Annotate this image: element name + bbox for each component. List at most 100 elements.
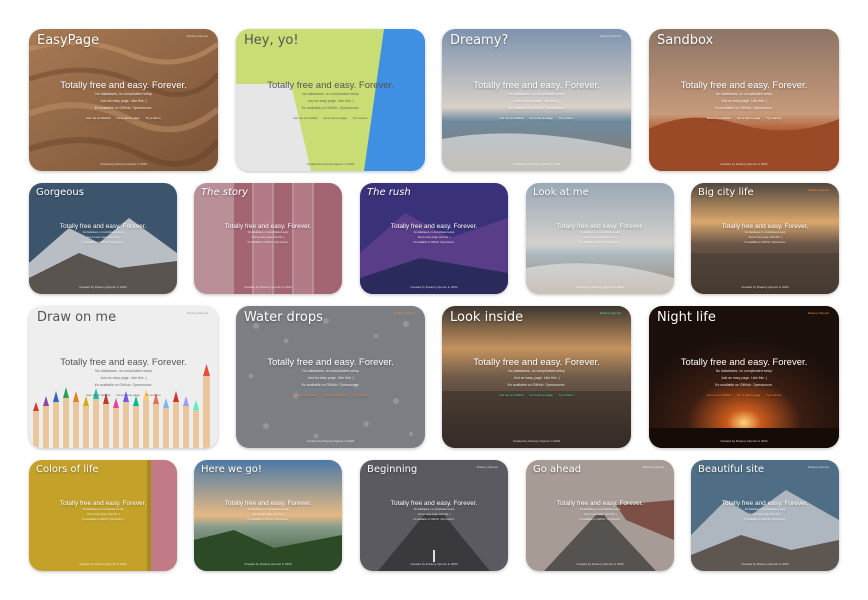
try-link[interactable]: Try a demo xyxy=(766,393,781,397)
hero-line: Just an easy page. Like this :) xyxy=(307,99,354,104)
nav-link[interactable]: Dreamy Opensr xyxy=(808,188,829,192)
footer: Created by Dreamy Opensr in 2022 xyxy=(410,562,458,566)
hero-line: It's available on GitHub. Opensource. xyxy=(715,383,773,388)
hero-line: Just an easy page. Like this :) xyxy=(720,99,768,104)
nav-link[interactable]: Dreamy Opensr xyxy=(600,311,621,315)
github-link[interactable]: Get me on GitHub xyxy=(293,393,317,397)
nav-link[interactable]: Dreamy Opensr xyxy=(808,465,829,469)
footer: Created by Dreamy Opensr in 2022 xyxy=(512,162,561,166)
demo-link[interactable]: Go to demo page xyxy=(323,116,346,120)
theme-card-draw-on-me[interactable]: Draw on me Dreamy Opensr Totally free an… xyxy=(29,306,218,448)
theme-card-beautiful-site[interactable]: Beautiful site Dreamy Opensr Totally fre… xyxy=(691,460,839,571)
nav-link[interactable]: Dreamy Opensr xyxy=(187,34,208,38)
theme-card-here-we-go[interactable]: Here we go! Totally free and easy. Forev… xyxy=(194,460,342,571)
try-link[interactable]: Try a demo xyxy=(146,393,161,397)
footer: Created by Dreamy Opensr in 2022 xyxy=(576,285,624,289)
hero-headline: Totally free and easy. Forever. xyxy=(473,357,600,369)
try-link[interactable]: Try a demo xyxy=(559,116,574,120)
nav-link[interactable]: Dreamy Opensr xyxy=(808,311,829,315)
card-title: Look at me xyxy=(533,187,589,198)
card-title: Hey, yo! xyxy=(244,33,299,48)
footer: Created by Dreamy Opensr in 2022 xyxy=(512,439,561,443)
card-title: Look inside xyxy=(450,310,524,325)
theme-card-look-inside[interactable]: Look inside Dreamy Opensr Totally free a… xyxy=(442,306,631,448)
demo-link[interactable]: Go to demo page xyxy=(529,393,552,397)
footer: Created by Dreamy Opensr in 2022 xyxy=(79,285,127,289)
card-title: Night life xyxy=(657,310,716,325)
nav-link[interactable]: Dreamy Opensr xyxy=(394,311,415,315)
hero-line: No databases, no complicated setup xyxy=(508,369,565,374)
hero-headline: Totally free and easy. Forever. xyxy=(390,499,478,507)
theme-card-sandbox[interactable]: Sandbox Totally free and easy. Forever. … xyxy=(649,29,839,171)
card-title: Dreamy? xyxy=(450,33,509,48)
theme-card-beginning[interactable]: Beginning Dreamy Opensr Totally free and… xyxy=(360,460,508,571)
demo-link[interactable]: Go to demo page xyxy=(116,116,139,120)
hero-line: It's available on GitHub. Opensource. xyxy=(579,240,621,244)
hero-line: No databases, no complicated setup xyxy=(302,92,359,97)
hero-line: It's available on GitHub. Opensource. xyxy=(579,517,621,521)
card-title: Here we go! xyxy=(201,464,262,475)
hero-line: It's available on GitHub. Opensource. xyxy=(507,106,566,111)
theme-card-big-city-life[interactable]: Big city life Dreamy Opensr Totally free… xyxy=(691,183,839,294)
hero-headline: Totally free and easy. Forever. xyxy=(721,222,809,230)
theme-card-night-life[interactable]: Night life Dreamy Opensr Totally free an… xyxy=(649,306,839,448)
card-title: Colors of life xyxy=(36,464,99,475)
hero-line: Just an easy page. Like this :) xyxy=(100,376,147,381)
theme-card-the-rush[interactable]: The rush Totally free and easy. Forever.… xyxy=(360,183,508,294)
hero-headline: Totally free and easy. Forever. xyxy=(680,80,808,92)
demo-link[interactable]: Go to demo page xyxy=(529,116,552,120)
theme-card-look-at-me[interactable]: Look at me Totally free and easy. Foreve… xyxy=(526,183,674,294)
theme-card-gorgeous[interactable]: Gorgeous Totally free and easy. Forever.… xyxy=(29,183,177,294)
try-link[interactable]: Try a demo xyxy=(146,116,161,120)
hero-headline: Totally free and easy. Forever. xyxy=(60,80,187,92)
github-link[interactable]: Get me on GitHub xyxy=(499,393,523,397)
nav-link[interactable]: Dreamy Opensr xyxy=(187,311,208,315)
card-title: Big city life xyxy=(698,187,754,198)
try-link[interactable]: Try a demo xyxy=(353,393,368,397)
card-title: The rush xyxy=(367,187,411,198)
hero-headline: Totally free and easy. Forever. xyxy=(473,80,600,92)
nav-link[interactable]: Dreamy Opensr xyxy=(600,34,621,38)
footer: Created by Dreamy Opensr in 2022 xyxy=(306,439,355,443)
github-link[interactable]: Get me on GitHub xyxy=(707,116,731,120)
hero-headline: Totally free and easy. Forever. xyxy=(680,357,808,369)
nav-link[interactable]: Dreamy Opensr xyxy=(643,465,664,469)
hero-line: Just an easy page. Like this :) xyxy=(513,99,560,104)
hero-line: Just an easy page. Like this :) xyxy=(513,376,560,381)
hero-headline: Totally free and easy. Forever. xyxy=(267,80,394,92)
card-title: Gorgeous xyxy=(36,187,84,198)
github-link[interactable]: Get me on GitHub xyxy=(86,116,110,120)
nav-link[interactable]: Dreamy Opensr xyxy=(477,465,498,469)
demo-link[interactable]: Go to demo page xyxy=(737,116,760,120)
github-link[interactable]: Get me on GitHub xyxy=(293,116,317,120)
theme-card-water-drops[interactable]: Water drops Dreamy Opensr Totally free a… xyxy=(236,306,425,448)
card-title: Go ahead xyxy=(533,464,582,475)
github-link[interactable]: Get me on GitHub xyxy=(499,116,523,120)
hero-line: It's available on GitHub. Opensource. xyxy=(744,240,786,244)
demo-link[interactable]: Go to demo page xyxy=(323,393,346,397)
theme-card-hey-yo[interactable]: Hey, yo! Totally free and easy. Forever.… xyxy=(236,29,425,171)
github-link[interactable]: Get me on GitHub xyxy=(707,393,731,397)
hero-line: It's available on GitHub. Opensource. xyxy=(413,517,455,521)
theme-card-go-ahead[interactable]: Go ahead Dreamy Opensr Totally free and … xyxy=(526,460,674,571)
theme-card-dreamy[interactable]: Dreamy? Dreamy Opensr Totally free and e… xyxy=(442,29,631,171)
hero-headline: Totally free and easy. Forever. xyxy=(556,222,644,230)
try-link[interactable]: Try a demo xyxy=(353,116,368,120)
footer: Created by Dreamy Opensr in 2022 xyxy=(741,562,789,566)
hero-line: It's available on GitHub. Opensource. xyxy=(247,240,289,244)
theme-card-the-story[interactable]: The story Totally free and easy. Forever… xyxy=(194,183,342,294)
footer: Created by Dreamy Opensr in 2022 xyxy=(79,562,127,566)
demo-link[interactable]: Go to demo page xyxy=(737,393,760,397)
hero-line: No databases, no complicated setup xyxy=(302,369,359,374)
theme-card-colors-of-life[interactable]: Colors of life Totally free and easy. Fo… xyxy=(29,460,177,571)
try-link[interactable]: Try a demo xyxy=(559,393,574,397)
github-link[interactable]: Get me on GitHub xyxy=(86,393,110,397)
hero-headline: Totally free and easy. Forever. xyxy=(721,499,809,507)
hero-line: It's available on GitHub. Opensource. xyxy=(301,383,360,388)
hero-headline: Totally free and easy. Forever. xyxy=(59,499,147,507)
try-link[interactable]: Try a demo xyxy=(766,116,781,120)
demo-link[interactable]: Go to demo page xyxy=(116,393,139,397)
hero-headline: Totally free and easy. Forever. xyxy=(224,499,312,507)
theme-card-easypage[interactable]: EasyPage Dreamy Opensr Totally free and … xyxy=(29,29,218,171)
footer: Created by Dreamy Opensr in 2022 xyxy=(741,285,789,289)
